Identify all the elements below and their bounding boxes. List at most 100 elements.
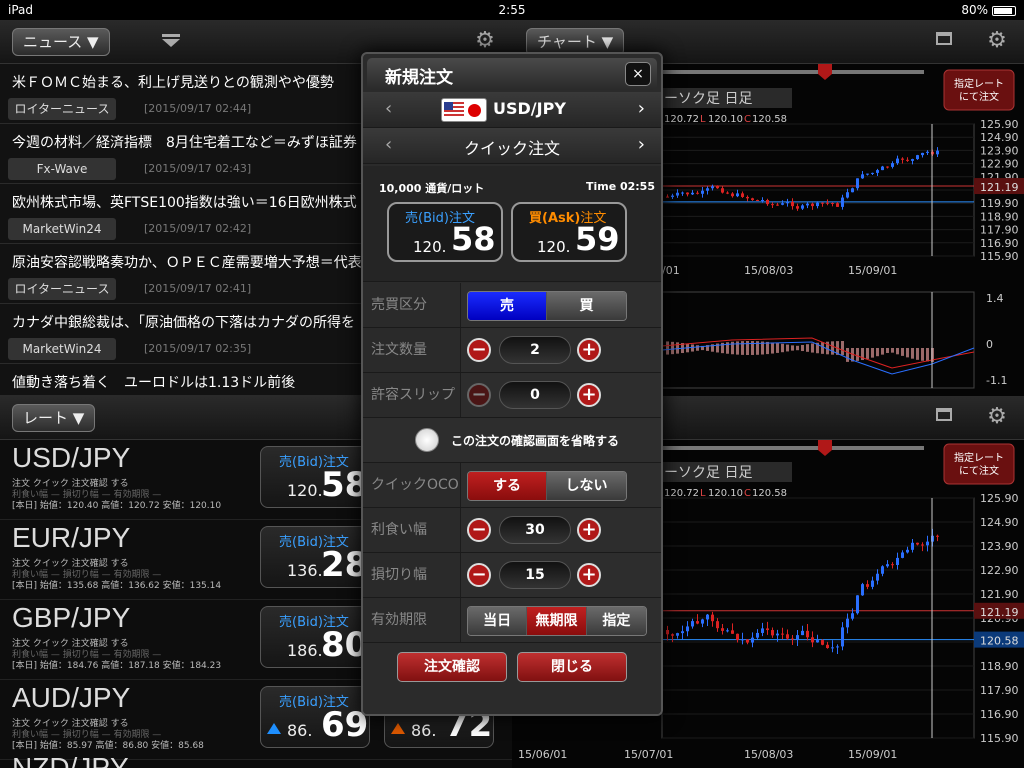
expiry-label: 有効期限 bbox=[363, 598, 461, 642]
qty-value[interactable]: 2 bbox=[499, 336, 571, 364]
candle-body bbox=[891, 163, 894, 167]
candle-body bbox=[896, 158, 899, 164]
range-slider-track[interactable] bbox=[662, 70, 924, 74]
news-dropdown-button[interactable]: ニュース ▼ bbox=[12, 28, 110, 56]
window-icon[interactable] bbox=[936, 32, 952, 45]
range-slider-handle[interactable] bbox=[818, 440, 832, 456]
news-source: ロイターニュース bbox=[8, 98, 116, 120]
expiry-none-toggle[interactable]: 無期限 bbox=[527, 607, 587, 635]
candle-body bbox=[791, 638, 794, 640]
candle-body bbox=[816, 640, 819, 643]
app-root: iPad 2:55 80% ニュース ▼ ⚙ 米ＦＯＭＣ始まる、利上げ見送りとの… bbox=[0, 0, 1024, 768]
tp-plus-button[interactable]: + bbox=[577, 518, 601, 542]
tp-minus-button[interactable]: − bbox=[467, 518, 491, 542]
candle-body bbox=[936, 535, 939, 537]
candle-body bbox=[731, 193, 734, 197]
candle-body bbox=[766, 628, 769, 631]
candle-body bbox=[806, 203, 809, 206]
range-slider-track[interactable] bbox=[662, 446, 924, 450]
candle-body bbox=[701, 619, 704, 624]
rate-bid-button[interactable]: 売(Bid)注文 86. 69 bbox=[260, 686, 370, 748]
candle-body bbox=[721, 628, 724, 631]
skip-confirm-radio[interactable] bbox=[415, 428, 439, 452]
close-modal-button[interactable]: 閉じる bbox=[517, 652, 627, 682]
sell-toggle[interactable]: 売 bbox=[468, 292, 547, 320]
window-icon-2[interactable] bbox=[936, 408, 952, 421]
slip-plus-button[interactable]: + bbox=[577, 383, 601, 407]
macd-bar bbox=[841, 341, 844, 355]
candle-body bbox=[911, 159, 914, 161]
y-tick-label: 125.90 bbox=[980, 118, 1019, 131]
macd-bar bbox=[666, 341, 669, 355]
sl-row: 損切り幅 − 15 + bbox=[363, 553, 661, 598]
confirm-order-button[interactable]: 注文確認 bbox=[397, 652, 507, 682]
candle-body bbox=[731, 630, 734, 634]
expiry-segment: 当日 無期限 指定 bbox=[467, 606, 647, 636]
slip-minus-button[interactable]: − bbox=[467, 383, 491, 407]
rate-order-button[interactable] bbox=[943, 69, 1015, 111]
sl-minus-button[interactable]: − bbox=[467, 563, 491, 587]
filter-icon[interactable] bbox=[162, 34, 180, 48]
tp-label: 利食い幅 bbox=[363, 508, 461, 552]
candle-body bbox=[666, 196, 669, 198]
rate-dropdown-button[interactable]: レート ▼ bbox=[12, 404, 96, 432]
y-tick-label: 122.90 bbox=[980, 158, 1019, 171]
candle-body bbox=[776, 204, 779, 206]
prev-pair-icon[interactable]: ‹ bbox=[385, 98, 392, 119]
range-slider-handle[interactable] bbox=[818, 64, 832, 80]
bid-price-button[interactable]: 売(Bid)注文 120. 58 bbox=[387, 202, 503, 262]
ask-price-small: 120. bbox=[537, 238, 571, 256]
y-tick-label: 125.90 bbox=[980, 492, 1019, 505]
oco-off-toggle[interactable]: しない bbox=[547, 472, 626, 500]
qty-row: 注文数量 − 2 + bbox=[363, 328, 661, 373]
chart2-settings-gear-icon[interactable]: ⚙ bbox=[982, 402, 1012, 432]
macd-tick: -1.1 bbox=[986, 374, 1007, 387]
candle-body bbox=[876, 573, 879, 581]
close-icon[interactable]: × bbox=[625, 62, 651, 86]
candle-body bbox=[771, 204, 774, 206]
side-label: 売買区分 bbox=[363, 283, 461, 327]
bid-label-a: 売(Bid) bbox=[405, 211, 449, 226]
buy-toggle[interactable]: 買 bbox=[547, 292, 626, 320]
candle-body bbox=[886, 564, 889, 567]
rate-day-stats: [本日] 始値：85.97 高値：86.80 安値：85.68 bbox=[12, 741, 204, 751]
candle-body bbox=[811, 637, 814, 643]
rate-bid-button[interactable]: 売(Bid)注文 120. 58 bbox=[260, 446, 370, 508]
news-date: [2015/09/17 02:41] bbox=[144, 282, 252, 295]
rate-bid-button[interactable]: 売(Bid)注文 136. 28 bbox=[260, 526, 370, 588]
expiry-set-toggle[interactable]: 指定 bbox=[586, 607, 646, 635]
candle-body bbox=[671, 195, 674, 198]
bid-price-big: 58 bbox=[451, 220, 496, 258]
slip-value[interactable]: 0 bbox=[499, 381, 571, 409]
candle-body bbox=[701, 190, 704, 194]
candle-body bbox=[741, 193, 744, 197]
macd-bar bbox=[901, 348, 904, 356]
next-order-type-icon[interactable]: › bbox=[638, 134, 645, 155]
new-order-modal: 新規注文 × ‹ USD/JPY › ‹ クイック注文 › 10,000 通貨/… bbox=[361, 52, 663, 716]
candle-body bbox=[861, 584, 864, 596]
candle-body bbox=[671, 634, 674, 636]
tp-value[interactable]: 30 bbox=[499, 516, 571, 544]
news-source: MarketWin24 bbox=[8, 338, 116, 360]
oco-on-toggle[interactable]: する bbox=[468, 472, 547, 500]
rate-bid-button[interactable]: 売(Bid)注文 186. 80 bbox=[260, 606, 370, 668]
sl-plus-button[interactable]: + bbox=[577, 563, 601, 587]
chart-settings-gear-icon[interactable]: ⚙ bbox=[982, 26, 1012, 56]
qty-minus-button[interactable]: − bbox=[467, 338, 491, 362]
ohlc-close: 120.58 bbox=[752, 114, 787, 125]
ask-price-button[interactable]: 買(Ask)注文 120. 59 bbox=[511, 202, 627, 262]
expiry-today-toggle[interactable]: 当日 bbox=[468, 607, 528, 635]
rate-order-button[interactable] bbox=[943, 443, 1015, 485]
candle-body bbox=[746, 639, 749, 643]
sl-value[interactable]: 15 bbox=[499, 561, 571, 589]
next-pair-icon[interactable]: › bbox=[638, 98, 645, 119]
rate-pair: EUR/JPY bbox=[12, 522, 131, 553]
clock: 2:55 bbox=[498, 3, 526, 17]
news-date: [2015/09/17 02:42] bbox=[144, 222, 252, 235]
macd-bar bbox=[886, 348, 889, 353]
candle-body bbox=[726, 630, 729, 632]
candle-body bbox=[696, 621, 699, 624]
ask-label-a: 買(Ask) bbox=[529, 211, 581, 226]
qty-plus-button[interactable]: + bbox=[577, 338, 601, 362]
rate-pair-partial[interactable]: NZD/JPY bbox=[12, 752, 129, 768]
